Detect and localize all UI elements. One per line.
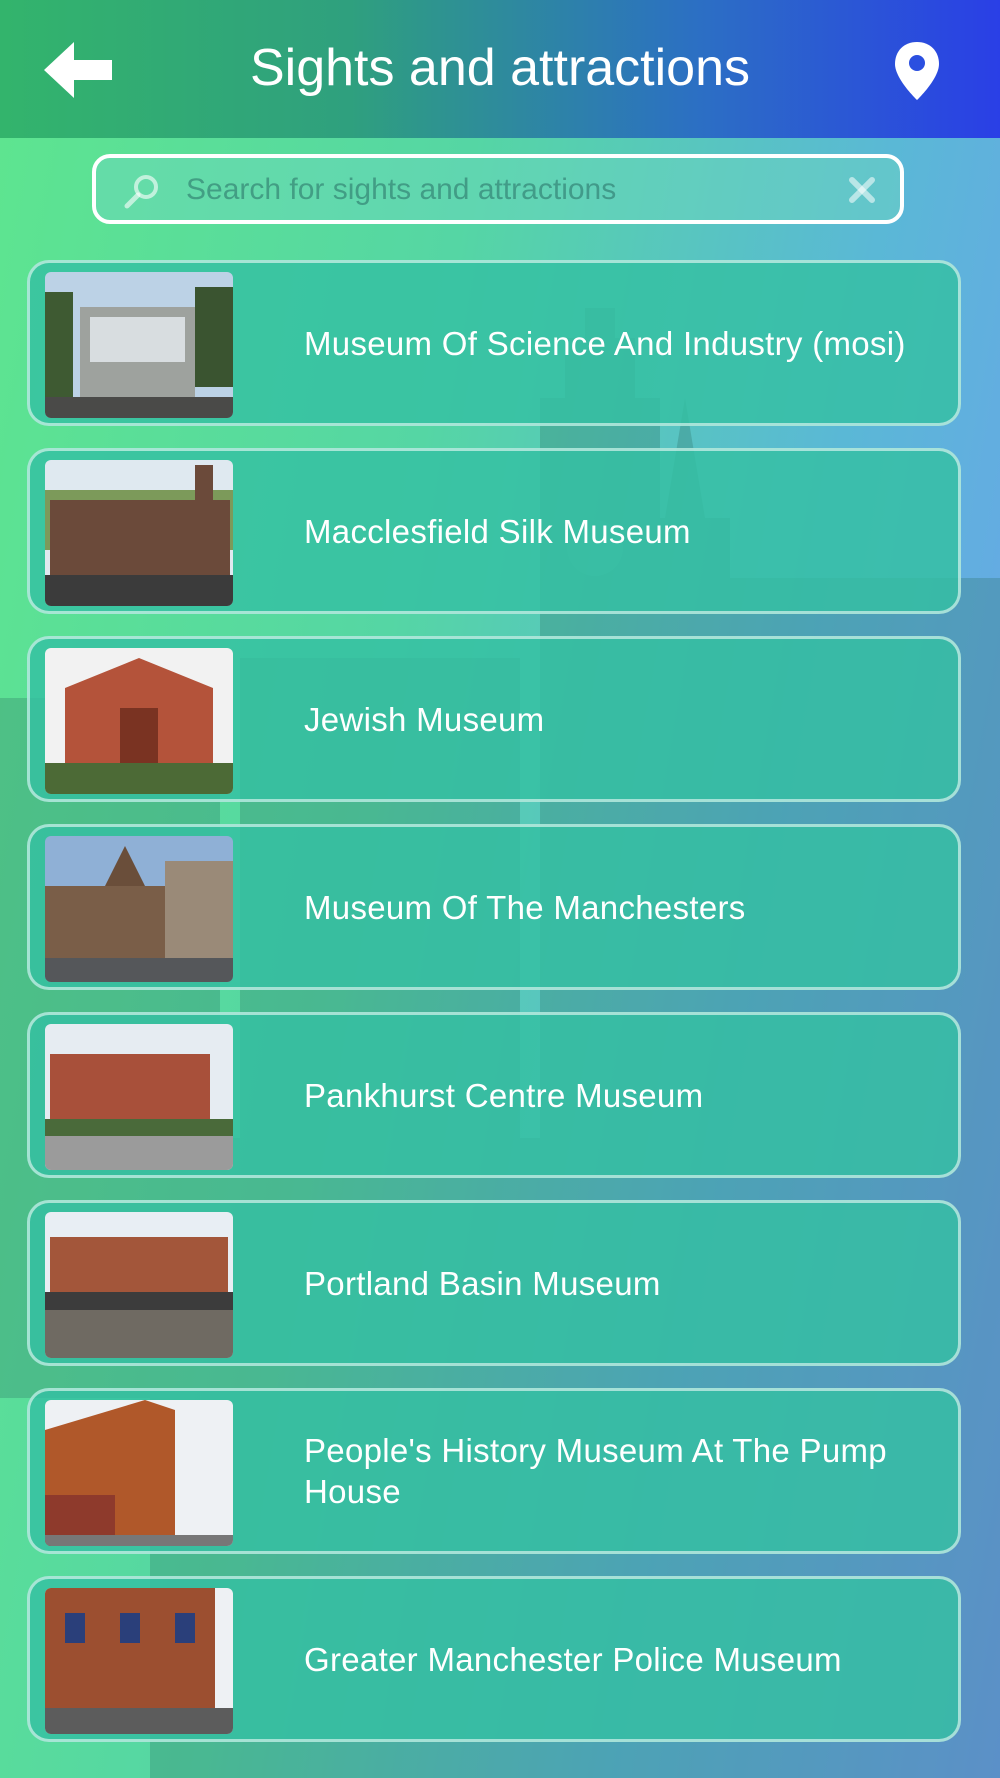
- list-item[interactable]: Museum Of The Manchesters: [27, 824, 961, 990]
- page-title: Sights and attractions: [249, 39, 751, 97]
- attraction-thumbnail: [45, 1588, 233, 1734]
- attraction-thumbnail: [45, 836, 233, 982]
- map-pin-icon: [895, 42, 939, 100]
- list-item[interactable]: Museum Of Science And Industry (mosi): [27, 260, 961, 426]
- list-item[interactable]: Jewish Museum: [27, 636, 961, 802]
- attraction-thumbnail: [45, 460, 233, 606]
- search-input[interactable]: [184, 158, 828, 222]
- app-header: Sights and attractions: [0, 0, 1000, 138]
- back-button[interactable]: [44, 40, 116, 100]
- list-item-label: Museum Of The Manchesters: [304, 888, 746, 926]
- attraction-thumbnail: [45, 1212, 233, 1358]
- list-item[interactable]: Pankhurst Centre Museum: [27, 1012, 961, 1178]
- list-item[interactable]: Greater Manchester Police Museum: [27, 1576, 961, 1742]
- list-item[interactable]: Macclesfield Silk Museum: [27, 448, 961, 614]
- magnifier-icon: [124, 175, 158, 209]
- list-item[interactable]: People's History Museum At The Pump Hous…: [27, 1388, 961, 1554]
- list-item-label: Pankhurst Centre Museum: [304, 1076, 704, 1114]
- attraction-thumbnail: [45, 1024, 233, 1170]
- attraction-thumbnail: [45, 1400, 233, 1546]
- attractions-list: Museum Of Science And Industry (mosi) Ma…: [27, 260, 961, 1764]
- search-bar: [92, 154, 904, 224]
- attraction-thumbnail: [45, 272, 233, 418]
- list-item-label: Jewish Museum: [304, 700, 545, 738]
- arrow-left-icon: [44, 42, 112, 98]
- location-button[interactable]: [892, 40, 942, 102]
- list-item-label: Museum Of Science And Industry (mosi): [304, 324, 906, 362]
- close-icon[interactable]: [844, 172, 880, 208]
- list-item[interactable]: Portland Basin Museum: [27, 1200, 961, 1366]
- list-item-label: Greater Manchester Police Museum: [304, 1640, 842, 1678]
- list-item-label: Macclesfield Silk Museum: [304, 512, 691, 550]
- list-item-label: Portland Basin Museum: [304, 1264, 661, 1302]
- list-item-label: People's History Museum At The Pump Hous…: [304, 1432, 887, 1510]
- attraction-thumbnail: [45, 648, 233, 794]
